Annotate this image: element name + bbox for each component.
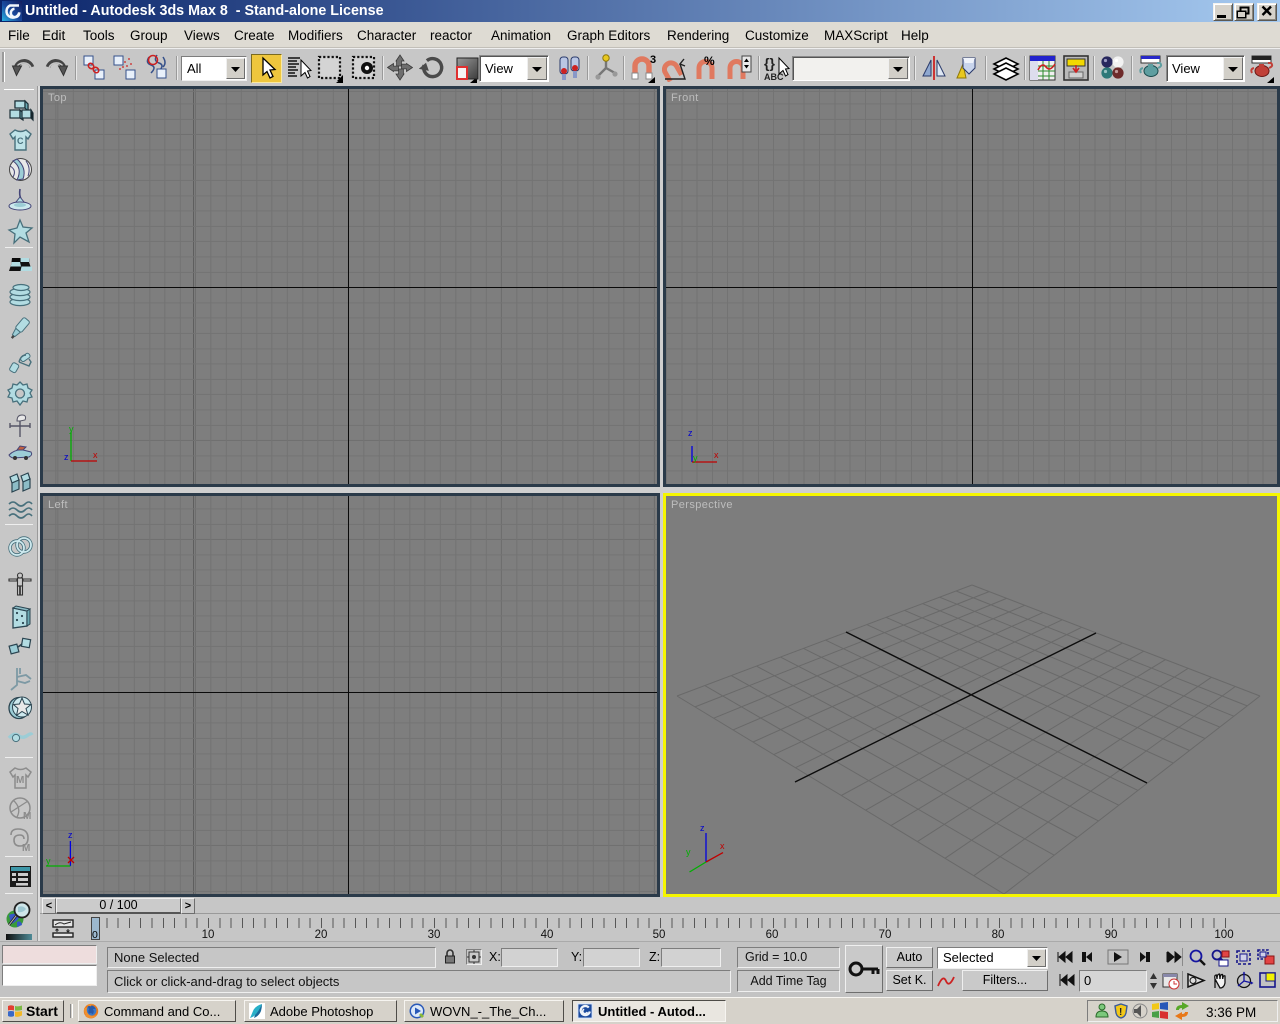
svg-text:ABC: ABC (764, 72, 784, 82)
svg-text:!: ! (1119, 1007, 1122, 1018)
svg-text:%: % (704, 54, 715, 68)
svg-text:M: M (22, 843, 30, 853)
svg-text:y: y (693, 453, 698, 463)
svg-text:z: z (688, 428, 693, 438)
svg-text:x: x (714, 450, 719, 460)
svg-text:z: z (68, 830, 73, 840)
svg-text:y: y (686, 847, 691, 857)
svg-text:z: z (700, 823, 705, 833)
svg-text:y: y (69, 424, 74, 434)
svg-text:C: C (17, 136, 24, 146)
svg-text:M: M (23, 811, 31, 822)
svg-text:{}: {} (764, 55, 775, 71)
svg-text:z: z (64, 452, 69, 462)
svg-text:y: y (46, 856, 51, 866)
svg-text:x: x (720, 841, 725, 851)
svg-text:M: M (16, 775, 24, 786)
svg-text:x: x (93, 450, 98, 460)
svg-text:3: 3 (650, 54, 656, 66)
